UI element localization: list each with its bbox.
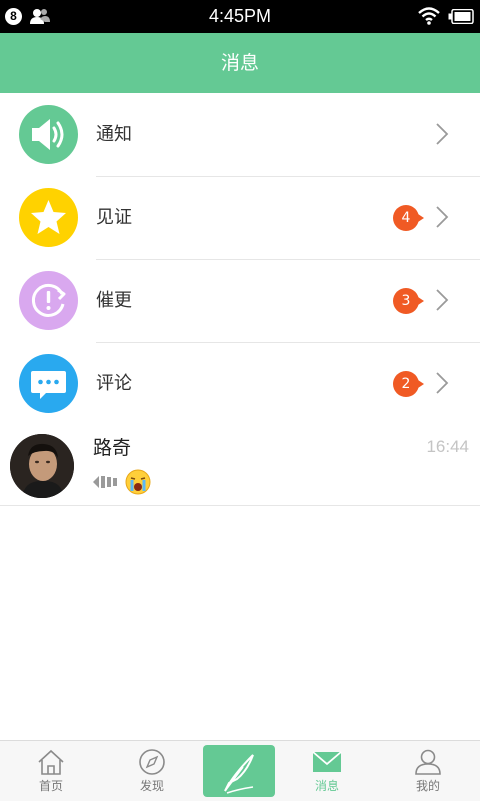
person-icon (415, 749, 441, 775)
category-label: 见证 (96, 207, 132, 228)
home-icon (38, 749, 64, 775)
tab-me[interactable]: 我的 (380, 741, 476, 801)
status-bar: 8 4:45PM (0, 0, 480, 33)
crying-emoji-icon (125, 469, 151, 495)
category-label: 通知 (96, 124, 132, 145)
compass-icon (139, 749, 165, 775)
feather-quill-icon (224, 754, 254, 794)
category-label: 催更 (96, 290, 132, 311)
mail-icon (312, 751, 342, 772)
bottom-tab-bar: 首页 发现 消息 我的 (0, 740, 480, 801)
speaker-icon (19, 105, 78, 164)
reminder-icon (19, 271, 78, 330)
compose-button[interactable] (203, 745, 275, 797)
app-header: 消息 (0, 33, 480, 93)
unread-count-badge: 2 (393, 371, 424, 397)
category-row-witness[interactable]: 见证 4 (0, 176, 480, 259)
tab-label: 我的 (415, 779, 440, 793)
category-label: 评论 (96, 373, 132, 394)
avatar (10, 434, 74, 498)
contact-name: 路奇 (93, 437, 132, 459)
message-preview (92, 469, 151, 495)
chevron-right-icon (436, 372, 449, 394)
unread-count-badge: 4 (393, 205, 424, 231)
tab-label: 首页 (38, 779, 63, 793)
battery-icon (448, 9, 474, 24)
category-row-comment[interactable]: 评论 2 (0, 342, 480, 425)
unread-count-badge: 3 (393, 288, 424, 314)
chevron-right-icon (436, 206, 449, 228)
category-row-urge-update[interactable]: 催更 3 (0, 259, 480, 342)
page-title: 消息 (220, 52, 259, 74)
tab-messages[interactable]: 消息 (279, 741, 375, 801)
chevron-right-icon (436, 289, 449, 311)
tab-label: 消息 (314, 779, 339, 793)
message-time: 16:44 (426, 437, 469, 456)
status-time: 4:45PM (208, 6, 272, 26)
tab-label: 发现 (139, 779, 164, 793)
wifi-icon (418, 7, 440, 25)
tab-home[interactable]: 首页 (3, 741, 99, 801)
comment-icon (19, 354, 78, 413)
chevron-right-icon (436, 123, 449, 145)
tab-discover[interactable]: 发现 (104, 741, 200, 801)
conversation-item[interactable]: 路奇 16:44 (0, 425, 480, 505)
category-row-notice[interactable]: 通知 (0, 93, 480, 176)
divider (0, 505, 480, 506)
voice-message-icon (93, 476, 117, 488)
star-icon (19, 188, 78, 247)
